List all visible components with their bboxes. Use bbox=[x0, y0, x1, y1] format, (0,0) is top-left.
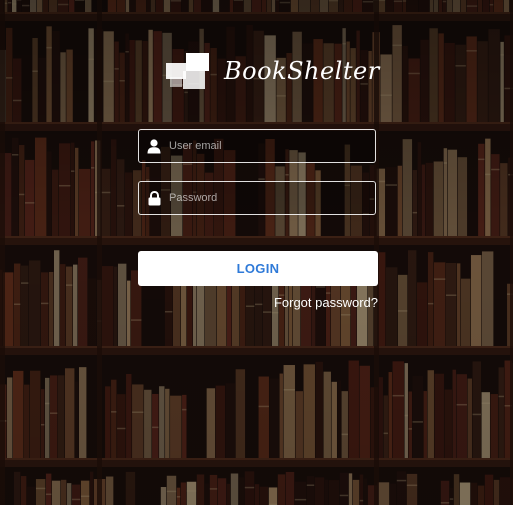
email-field[interactable] bbox=[138, 129, 376, 163]
password-input[interactable] bbox=[169, 183, 375, 213]
app-name: BookShelter bbox=[224, 57, 380, 85]
email-input[interactable] bbox=[169, 131, 375, 161]
stacked-squares-logo-icon bbox=[166, 52, 210, 90]
user-icon bbox=[139, 130, 169, 162]
lock-icon bbox=[139, 182, 169, 214]
forgot-password-link[interactable]: Forgot password? bbox=[274, 295, 378, 310]
app-logo: BookShelter bbox=[166, 52, 380, 90]
password-field[interactable] bbox=[138, 181, 376, 215]
login-button[interactable]: LOGIN bbox=[138, 251, 378, 286]
login-screen: BookShelter LOGIN Forgot password? bbox=[0, 0, 513, 505]
